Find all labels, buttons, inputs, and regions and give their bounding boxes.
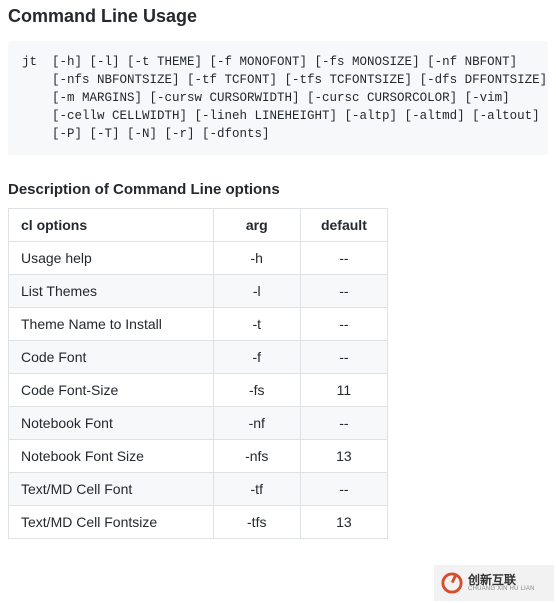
cell-default: -- bbox=[300, 242, 387, 275]
col-header-options: cl options bbox=[9, 209, 214, 242]
cell-default: -- bbox=[300, 473, 387, 506]
cell-default: 11 bbox=[300, 374, 387, 407]
subsection-heading: Description of Command Line options bbox=[8, 181, 548, 198]
table-row: Notebook Font-nf-- bbox=[9, 407, 388, 440]
cell-option: Usage help bbox=[9, 242, 214, 275]
watermark-logo: 创新互联 CHUANG XIN HU LIAN bbox=[434, 565, 554, 601]
cell-arg: -f bbox=[213, 341, 300, 374]
table-row: List Themes-l-- bbox=[9, 275, 388, 308]
cell-option: Notebook Font bbox=[9, 407, 214, 440]
section-heading: Command Line Usage bbox=[8, 6, 548, 31]
cell-arg: -tfs bbox=[213, 506, 300, 539]
cell-arg: -fs bbox=[213, 374, 300, 407]
code-block: jt [-h] [-l] [-t THEME] [-f MONOFONT] [-… bbox=[8, 41, 548, 155]
cell-arg: -nfs bbox=[213, 440, 300, 473]
table-row: Text/MD Cell Font-tf-- bbox=[9, 473, 388, 506]
cell-arg: -h bbox=[213, 242, 300, 275]
cell-option: List Themes bbox=[9, 275, 214, 308]
cell-default: 13 bbox=[300, 506, 387, 539]
cell-option: Text/MD Cell Font bbox=[9, 473, 214, 506]
cell-default: -- bbox=[300, 407, 387, 440]
cell-arg: -tf bbox=[213, 473, 300, 506]
cell-option: Code Font bbox=[9, 341, 214, 374]
table-row: Theme Name to Install-t-- bbox=[9, 308, 388, 341]
cell-option: Text/MD Cell Fontsize bbox=[9, 506, 214, 539]
cell-option: Notebook Font Size bbox=[9, 440, 214, 473]
table-row: Usage help-h-- bbox=[9, 242, 388, 275]
cell-arg: -l bbox=[213, 275, 300, 308]
logo-text-cn: 创新互联 bbox=[468, 574, 535, 587]
col-header-arg: arg bbox=[213, 209, 300, 242]
table-row: Code Font-f-- bbox=[9, 341, 388, 374]
cell-arg: -nf bbox=[213, 407, 300, 440]
cell-default: -- bbox=[300, 275, 387, 308]
cell-default: -- bbox=[300, 308, 387, 341]
logo-text-en: CHUANG XIN HU LIAN bbox=[468, 586, 535, 592]
logo-icon bbox=[440, 571, 464, 595]
cell-default: -- bbox=[300, 341, 387, 374]
cell-default: 13 bbox=[300, 440, 387, 473]
table-row: Notebook Font Size-nfs13 bbox=[9, 440, 388, 473]
cell-arg: -t bbox=[213, 308, 300, 341]
table-row: Text/MD Cell Fontsize-tfs13 bbox=[9, 506, 388, 539]
table-row: Code Font-Size-fs11 bbox=[9, 374, 388, 407]
col-header-default: default bbox=[300, 209, 387, 242]
cell-option: Code Font-Size bbox=[9, 374, 214, 407]
options-table: cl options arg default Usage help-h--Lis… bbox=[8, 208, 388, 539]
cell-option: Theme Name to Install bbox=[9, 308, 214, 341]
